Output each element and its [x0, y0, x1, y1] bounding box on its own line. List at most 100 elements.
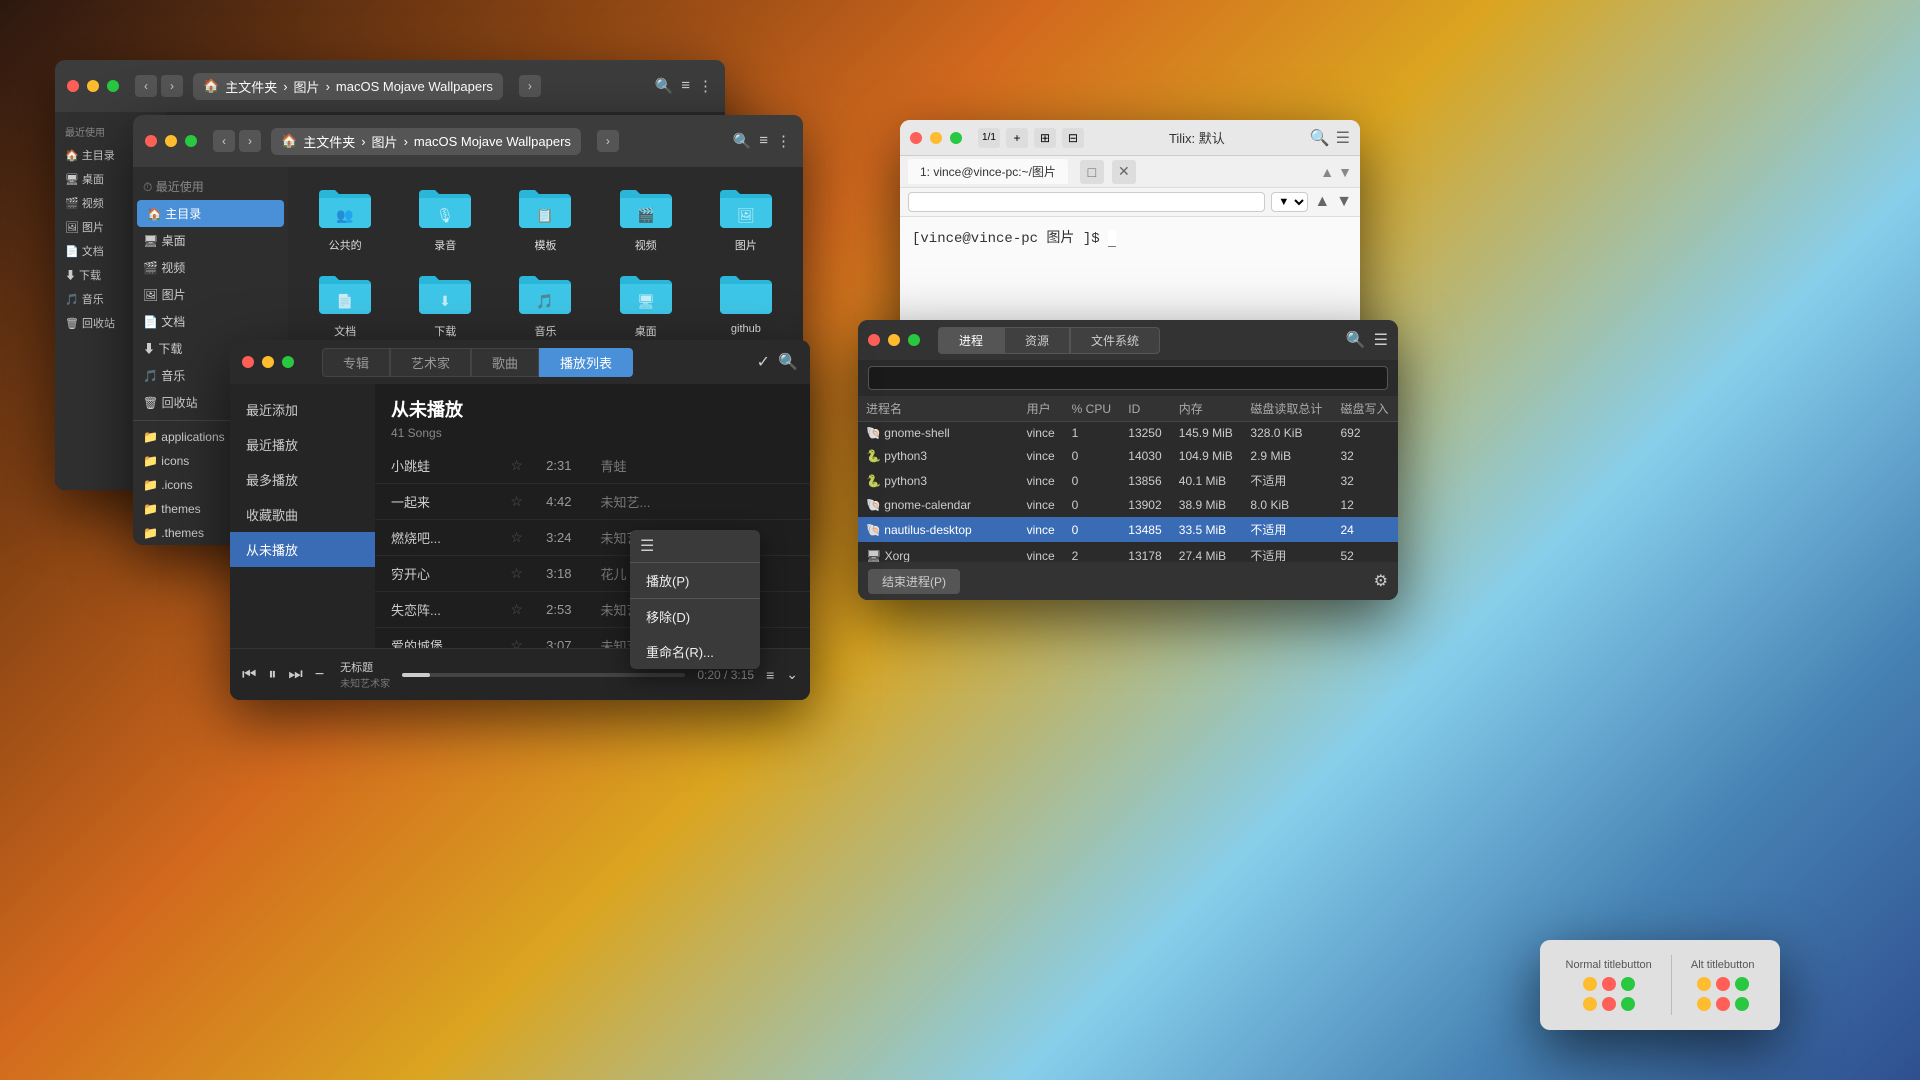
sysmon-tab-process[interactable]: 进程 [938, 327, 1004, 354]
progress-bar[interactable] [402, 673, 685, 677]
tl-red-a2[interactable] [1716, 997, 1730, 1011]
tl-yellow-n1[interactable] [1583, 977, 1597, 991]
folder-shipin[interactable]: 🎬 视频 [603, 181, 689, 253]
prev-button[interactable]: ⏮ [242, 666, 256, 684]
search-icon-front[interactable]: 🔍 [733, 132, 752, 150]
sidebar-item-docs[interactable]: 📄 文档 [133, 308, 288, 335]
col-user[interactable]: 用户 [1019, 396, 1064, 422]
folder-gongde[interactable]: 👥 公共的 [302, 181, 388, 253]
tab-playlist[interactable]: 播放列表 [539, 348, 633, 377]
end-process-btn[interactable]: 结束进程(P) [868, 569, 960, 594]
tl-green-n1[interactable] [1621, 977, 1635, 991]
maximize-button-front[interactable] [185, 135, 197, 147]
music-minimize-btn[interactable] [262, 356, 274, 368]
pane-count[interactable]: 1/1 [978, 128, 1000, 148]
view-icon-front[interactable]: ≡ [759, 132, 768, 150]
next-button[interactable]: ⏭ [288, 666, 302, 684]
sysmon-gear-icon[interactable]: ⚙ [1374, 571, 1388, 591]
list-icon[interactable]: ≡ [766, 667, 774, 683]
music-maximize-btn[interactable] [282, 356, 294, 368]
sidebar-item-recent[interactable]: ⏱ 最近使用 [133, 173, 288, 200]
tl-green-n2[interactable] [1621, 997, 1635, 1011]
folder-wenjian[interactable]: 📄 文档 [302, 267, 388, 339]
sidebar-never-played[interactable]: 从未播放 [230, 532, 375, 567]
sysmon-search-input[interactable] [868, 366, 1388, 390]
nav-fwd-btn-front[interactable]: › [239, 130, 261, 152]
breadcrumb-front-item2[interactable]: 图片 [372, 132, 398, 151]
nav-next-icon[interactable]: ▼ [1336, 193, 1352, 211]
maximize-button-back[interactable] [107, 80, 119, 92]
sysmon-minimize-btn[interactable] [888, 334, 900, 346]
view-icon-back[interactable]: ≡ [681, 77, 690, 95]
menu-icon-back[interactable]: ⋮ [698, 77, 713, 95]
nav-arrow-front[interactable]: › [597, 130, 619, 152]
search-icon-back[interactable]: 🔍 [655, 77, 674, 95]
minimize-button-front[interactable] [165, 135, 177, 147]
tab-artist[interactable]: 艺术家 [390, 348, 471, 377]
tl-yellow-a1[interactable] [1697, 977, 1711, 991]
breadcrumb-front-item3[interactable]: macOS Mojave Wallpapers [414, 134, 571, 149]
col-process-name[interactable]: 进程名 [858, 396, 1019, 422]
context-rename[interactable]: 重命名(R)... [630, 634, 760, 669]
close-button-back[interactable] [67, 80, 79, 92]
folder-zhuomian[interactable]: 🖥 桌面 [603, 267, 689, 339]
music-close-btn[interactable] [242, 356, 254, 368]
breadcrumb-item-1[interactable]: 主文件夹 [225, 77, 277, 96]
menu-icon-front[interactable]: ⋮ [776, 132, 791, 150]
folder-yinyue[interactable]: 🎵 音乐 [502, 267, 588, 339]
song-row-1[interactable]: 小跳蛙 ☆ 2:31 青蛙 [375, 448, 810, 484]
col-id[interactable]: ID [1120, 396, 1171, 422]
breadcrumb-item-3[interactable]: macOS Mojave Wallpapers [336, 79, 493, 94]
folder-tupian[interactable]: 🖼 图片 [703, 181, 789, 253]
music-search-icon[interactable]: 🔍 [778, 352, 798, 372]
breadcrumb-item-2[interactable]: 图片 [294, 77, 320, 96]
context-remove[interactable]: 移除(D) [630, 599, 760, 634]
sysmon-close-btn[interactable] [868, 334, 880, 346]
col-mem[interactable]: 内存 [1171, 396, 1243, 422]
sysmon-search-icon[interactable]: 🔍 [1346, 330, 1366, 350]
tl-green-a1[interactable] [1735, 977, 1749, 991]
nav-up-btn[interactable]: ▲ [1320, 164, 1334, 180]
tl-yellow-a2[interactable] [1697, 997, 1711, 1011]
tab-album[interactable]: 专辑 [322, 348, 390, 377]
nav-forward-btn[interactable]: › [161, 75, 183, 97]
folder-luyin[interactable]: 🎙 录音 [402, 181, 488, 253]
sidebar-recently-played[interactable]: 最近播放 [230, 427, 375, 462]
terminal-maximize-btn[interactable] [950, 132, 962, 144]
play-pause-button[interactable]: ⏸ [268, 666, 276, 684]
context-play[interactable]: 播放(P) [630, 563, 760, 598]
sysmon-tab-resources[interactable]: 资源 [1004, 327, 1070, 354]
terminal-minimize-btn[interactable] [930, 132, 942, 144]
sysmon-menu-icon[interactable]: ☰ [1374, 330, 1388, 350]
sidebar-item-video[interactable]: 🎬 视频 [133, 254, 288, 281]
minimize-button-back[interactable] [87, 80, 99, 92]
sidebar-recently-added[interactable]: 最近添加 [230, 392, 375, 427]
tl-red-n1[interactable] [1602, 977, 1616, 991]
close-button-front[interactable] [145, 135, 157, 147]
col-disk-read[interactable]: 磁盘读取总计 [1242, 396, 1332, 422]
sidebar-btn[interactable]: ⊞ [1034, 128, 1056, 148]
terminal-dropdown[interactable]: ▼ [1271, 192, 1308, 212]
col-disk-write[interactable]: 磁盘写入 [1332, 396, 1398, 422]
col-cpu[interactable]: % CPU [1064, 396, 1121, 422]
terminal-close-btn[interactable] [910, 132, 922, 144]
sidebar-item-desktop[interactable]: 🖥 桌面 [133, 227, 288, 254]
sidebar-item-pictures[interactable]: 🖼 图片 [133, 281, 288, 308]
sidebar-favorites[interactable]: 收藏歌曲 [230, 497, 375, 532]
process-row-4[interactable]: 🐚 nautilus-desktop vince 0 13485 33.5 Mi… [858, 517, 1398, 543]
nav-back-btn[interactable]: ‹ [135, 75, 157, 97]
popout-btn[interactable]: ⊟ [1062, 128, 1084, 148]
process-row-0[interactable]: 🐚 gnome-shell vince 1 13250 145.9 MiB 32… [858, 422, 1398, 445]
tab-song[interactable]: 歌曲 [471, 348, 539, 377]
terminal-close-tab[interactable]: ✕ [1112, 160, 1136, 184]
breadcrumb-front-item1[interactable]: 主文件夹 [303, 132, 355, 151]
nav-back-btn-front[interactable]: ‹ [213, 130, 235, 152]
terminal-search-icon[interactable]: 🔍 [1310, 128, 1330, 148]
tl-red-n2[interactable] [1602, 997, 1616, 1011]
terminal-search-input[interactable] [908, 192, 1265, 212]
terminal-menu-icon[interactable]: ☰ [1336, 128, 1350, 148]
sysmon-tab-filesystem[interactable]: 文件系统 [1070, 327, 1160, 354]
folder-xiazai[interactable]: ⬇ 下载 [402, 267, 488, 339]
nav-prev-icon[interactable]: ▲ [1314, 193, 1330, 211]
sidebar-item-home[interactable]: 🏠 主目录 [137, 200, 284, 227]
